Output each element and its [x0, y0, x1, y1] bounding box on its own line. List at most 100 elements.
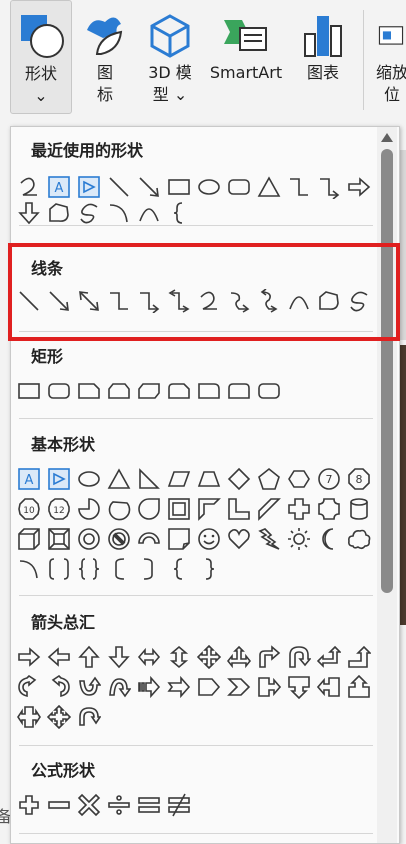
pentagon-arrow-shape-icon[interactable] [197, 675, 221, 699]
right-brace-shape-icon[interactable] [197, 557, 221, 581]
smartart-button[interactable]: SmartArt [206, 0, 286, 84]
left-callout-shape-icon[interactable] [317, 675, 341, 699]
triangle-shape-icon[interactable] [107, 467, 131, 491]
heptagon-shape-icon[interactable]: 7 [317, 467, 341, 491]
diamond-shape-icon[interactable] [227, 467, 251, 491]
minus-shape-icon[interactable] [47, 793, 71, 817]
text-box-shape-icon[interactable]: A [47, 175, 71, 199]
quad-arrow-shape-icon[interactable] [197, 645, 221, 669]
lr-callout-shape-icon[interactable] [17, 705, 41, 729]
right-arrow-shape-icon[interactable] [347, 175, 371, 199]
right-callout-shape-icon[interactable] [257, 675, 281, 699]
zoom-button[interactable]: 缩放 位 [376, 0, 406, 106]
elbow-shape-icon[interactable] [287, 175, 311, 199]
round-one-shape-icon[interactable] [197, 379, 221, 403]
decagon-shape-icon[interactable]: 10 [17, 497, 41, 521]
vtext-box-shape-icon[interactable] [47, 467, 71, 491]
heart-shape-icon[interactable] [227, 527, 251, 551]
circular-arrow-shape-icon[interactable] [77, 705, 101, 729]
arc-shape-icon[interactable] [137, 201, 161, 225]
chart-button[interactable]: 图表 [296, 0, 350, 84]
not-equal-shape-icon[interactable] [167, 793, 191, 817]
scribble-shape-icon[interactable] [77, 201, 101, 225]
line-shape-icon[interactable] [107, 175, 131, 199]
down-arrow-shape-icon[interactable] [17, 201, 41, 225]
rect-shape-icon[interactable] [17, 379, 41, 403]
half-frame-shape-icon[interactable] [197, 497, 221, 521]
sun-shape-icon[interactable] [287, 527, 311, 551]
down-callout-shape-icon[interactable] [287, 675, 311, 699]
triangle-shape-icon[interactable] [257, 175, 281, 199]
striped-right-shape-icon[interactable] [137, 675, 161, 699]
no-symbol-shape-icon[interactable] [107, 527, 131, 551]
parallelogram-shape-icon[interactable] [167, 467, 191, 491]
bent-up-shape-icon[interactable] [347, 645, 371, 669]
snip-top-shape-icon[interactable] [107, 379, 131, 403]
3d-models-button[interactable]: 3D 模 型 ⌄ [140, 0, 200, 106]
u-turn-shape-icon[interactable] [287, 645, 311, 669]
pentagon-shape-icon[interactable] [257, 467, 281, 491]
donut-shape-icon[interactable] [77, 527, 101, 551]
down-arrow-shape-icon[interactable] [107, 645, 131, 669]
l-shape-shape-icon[interactable] [227, 497, 251, 521]
hexagon-shape-icon[interactable] [287, 467, 311, 491]
dodecagon-shape-icon[interactable]: 12 [47, 497, 71, 521]
double-bracket-shape-icon[interactable] [47, 557, 71, 581]
up-callout-shape-icon[interactable] [347, 675, 371, 699]
smiley-shape-icon[interactable] [197, 527, 221, 551]
block-arc-shape-icon[interactable] [137, 527, 161, 551]
chord-shape-icon[interactable] [107, 497, 131, 521]
left-brace-shape-icon[interactable] [167, 557, 191, 581]
moon-shape-icon[interactable] [317, 527, 341, 551]
curved-right-shape-icon[interactable] [17, 675, 41, 699]
can-shape-icon[interactable] [347, 497, 371, 521]
round-rect-shape-icon[interactable] [257, 379, 281, 403]
bevel-shape-icon[interactable] [47, 527, 71, 551]
arc-open-shape-icon[interactable] [107, 201, 131, 225]
cube-shape-icon[interactable] [17, 527, 41, 551]
curve-shape-icon[interactable] [17, 175, 41, 199]
chevron-shape-icon[interactable] [227, 675, 251, 699]
cloud-shape-icon[interactable] [347, 527, 371, 551]
plaque-shape-icon[interactable] [317, 497, 341, 521]
brace-shape-icon[interactable] [167, 201, 191, 225]
left-arrow-shape-icon[interactable] [47, 645, 71, 669]
icons-button[interactable]: 图 标 [80, 0, 130, 106]
snip2-rect-shape-icon[interactable] [137, 379, 161, 403]
curved-left-shape-icon[interactable] [47, 675, 71, 699]
divide-shape-icon[interactable] [107, 793, 131, 817]
double-brace-shape-icon[interactable] [77, 557, 101, 581]
shapes-button[interactable]: 形状 ⌄ [10, 0, 72, 114]
scroll-thumb[interactable] [381, 149, 393, 593]
lu-arrow-shape-icon[interactable] [317, 645, 341, 669]
right-arrow-shape-icon[interactable] [17, 645, 41, 669]
left-bracket-shape-icon[interactable] [107, 557, 131, 581]
snip-rect-shape-icon[interactable] [77, 379, 101, 403]
frame-shape-icon[interactable] [167, 497, 191, 521]
round-rect-shape-icon[interactable] [227, 175, 251, 199]
up-arrow-shape-icon[interactable] [77, 645, 101, 669]
plus-shape-icon[interactable] [17, 793, 41, 817]
round-rect-shape-icon[interactable] [47, 379, 71, 403]
oval-shape-icon[interactable] [197, 175, 221, 199]
snip-round-shape-icon[interactable] [167, 379, 191, 403]
quad-callout-shape-icon[interactable] [47, 705, 71, 729]
rect-shape-icon[interactable] [167, 175, 191, 199]
oval-shape-icon[interactable] [77, 467, 101, 491]
text-box-shape-icon[interactable]: A [17, 467, 41, 491]
trapezoid-shape-icon[interactable] [197, 467, 221, 491]
curved-up-shape-icon[interactable] [77, 675, 101, 699]
cross-shape-icon[interactable] [287, 497, 311, 521]
octagon-shape-icon[interactable]: 8 [347, 467, 371, 491]
scrollbar[interactable] [377, 127, 397, 843]
folded-corner-shape-icon[interactable] [167, 527, 191, 551]
right-bracket-shape-icon[interactable] [137, 557, 161, 581]
multiply-shape-icon[interactable] [77, 793, 101, 817]
arrow-shape-icon[interactable] [137, 175, 161, 199]
round-two-shape-icon[interactable] [227, 379, 251, 403]
curved-down-shape-icon[interactable] [107, 675, 131, 699]
vtext-box-shape-icon[interactable] [77, 175, 101, 199]
arc-open-shape-icon[interactable] [17, 557, 41, 581]
lightning-shape-icon[interactable] [257, 527, 281, 551]
right-tri-shape-icon[interactable] [137, 467, 161, 491]
